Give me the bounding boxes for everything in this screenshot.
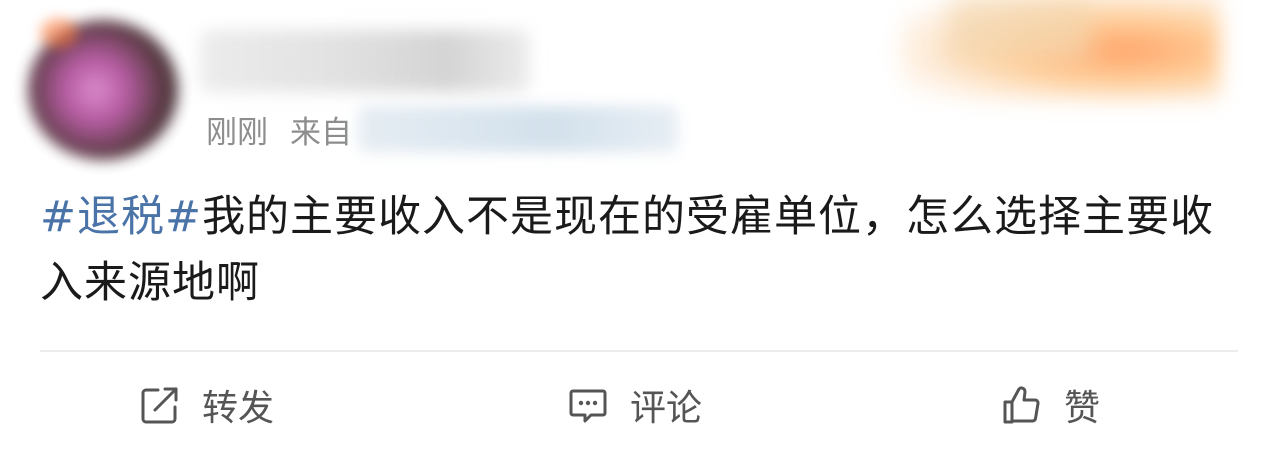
like-label: 赞 [1064,388,1101,429]
post-content: #退税#我的主要收入不是现在的受雇单位，怎么选择主要收入来源地啊 [40,184,1240,316]
like-button[interactable]: 赞 [1000,372,1100,438]
comment-label: 评论 [630,388,703,429]
repost-label: 转发 [202,388,275,429]
comment-button[interactable]: 评论 [566,372,702,438]
hashtag-link[interactable]: #退税# [40,192,202,242]
post-time: 刚刚 [206,114,268,151]
post-text: 我的主要收入不是现在的受雇单位，怎么选择主要收入来源地啊 [40,192,1215,308]
post-source-label: 来自 [290,114,352,151]
divider [40,350,1238,352]
username-blurred[interactable] [200,30,530,92]
comment-icon [566,383,610,427]
avatar-badge-blurred [40,18,78,48]
share-icon [138,383,182,427]
post-source-device-blurred[interactable] [358,106,678,152]
weibo-post-card: 刚刚 来自 #退税#我的主要收入不是现在的受雇单位，怎么选择主要收入来源地啊 转… [0,0,1280,456]
repost-button[interactable]: 转发 [138,372,274,438]
thumbs-up-icon [1000,383,1044,427]
post-meta: 刚刚 来自 [206,104,678,154]
header-decoration-blurred-2 [950,0,1090,60]
